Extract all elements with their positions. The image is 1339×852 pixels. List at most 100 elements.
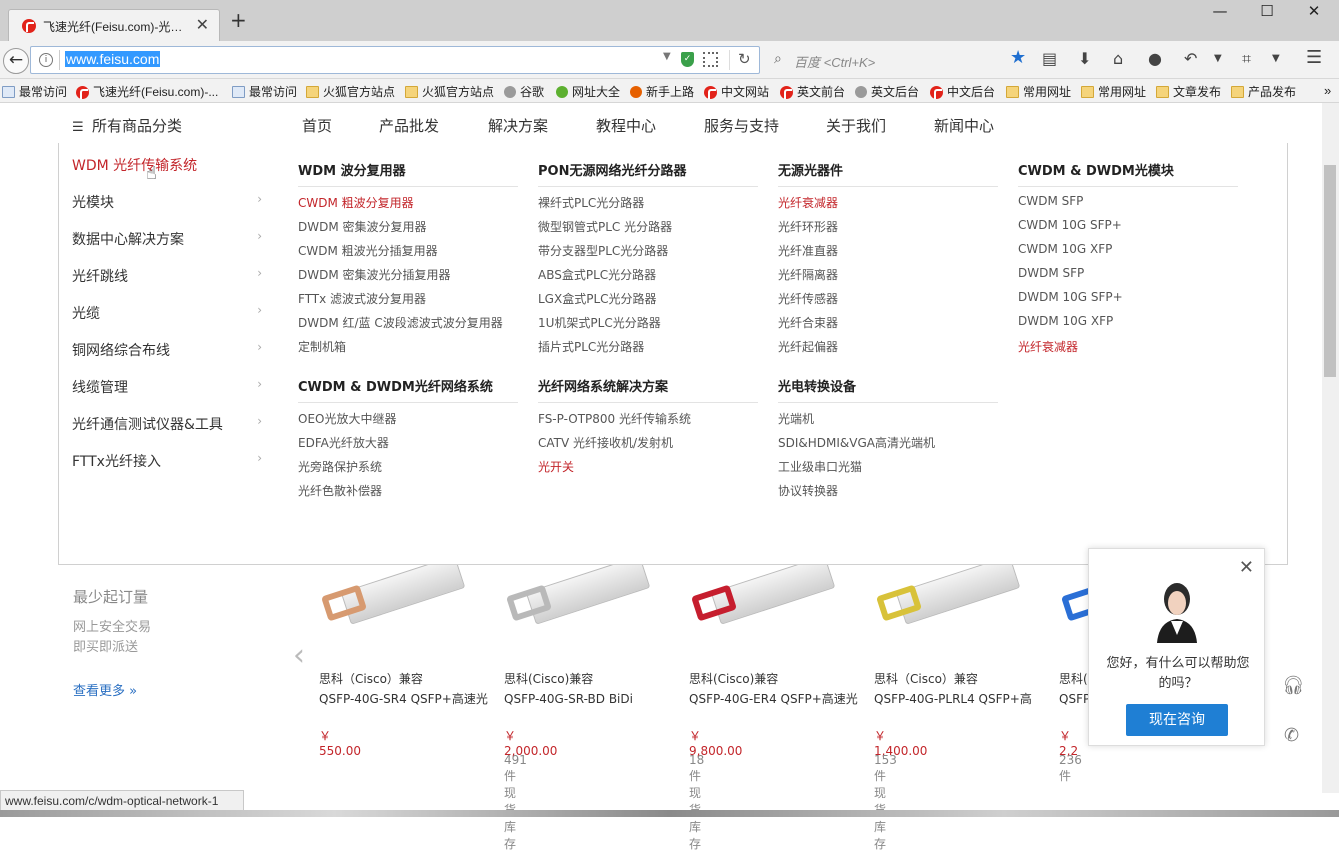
bookmark-item[interactable]: 火狐官方站点 <box>306 83 395 100</box>
menu-link[interactable]: DWDM 10G XFP <box>1018 314 1113 328</box>
home-icon[interactable]: ⌂ <box>1113 49 1123 68</box>
menu-link[interactable]: 带分支器型PLC光分路器 <box>538 242 668 259</box>
menu-link[interactable]: 光端机 <box>778 410 814 427</box>
maximize-button[interactable]: ☐ <box>1252 2 1282 20</box>
menu-link[interactable]: CWDM 10G XFP <box>1018 242 1112 256</box>
menu-link[interactable]: 定制机箱 <box>298 338 346 355</box>
bookmark-item[interactable]: 文章发布 <box>1156 83 1221 100</box>
headset-icon[interactable]: 🎧︎ <box>1282 675 1305 696</box>
nav-item-tutorials[interactable]: 教程中心 <box>596 115 656 136</box>
menu-link[interactable]: EDFA光纤放大器 <box>298 434 389 451</box>
close-icon[interactable]: ✕ <box>1239 557 1254 578</box>
menu-link[interactable]: FS-P-OTP800 光纤传输系统 <box>538 410 691 427</box>
menu-hamburger-icon[interactable]: ☰ <box>1306 47 1322 68</box>
all-categories-button[interactable]: ☰ 所有商品分类 <box>72 115 182 136</box>
menu-link[interactable]: 工业级串口光猫 <box>778 458 862 475</box>
menu-link[interactable]: 光纤环形器 <box>778 218 838 235</box>
menu-link[interactable]: CATV 光纤接收机/发射机 <box>538 434 673 451</box>
menu-link[interactable]: 光纤合束器 <box>778 314 838 331</box>
category-item-wdm[interactable]: WDM 光纤传输系统 <box>72 155 262 175</box>
menu-link[interactable]: CWDM 10G SFP+ <box>1018 218 1122 232</box>
product-name[interactable]: 思科(Cisco)兼容 <box>504 669 593 689</box>
product-name[interactable]: QSFP-40G-SR-BD BiDi <box>504 689 633 709</box>
bookmarks-overflow-button[interactable]: » <box>1324 83 1331 98</box>
product-name[interactable]: 思科( <box>1059 669 1088 689</box>
menu-column-title[interactable]: 光电转换设备 <box>778 376 998 403</box>
menu-link[interactable]: 光开关 <box>538 458 574 475</box>
menu-link[interactable]: 光纤传感器 <box>778 290 838 307</box>
nav-item-news[interactable]: 新闻中心 <box>934 115 994 136</box>
menu-link[interactable]: 微型钢管式PLC 光分路器 <box>538 218 672 235</box>
phone-icon[interactable]: ✆ <box>1284 725 1299 746</box>
url-text[interactable]: www.feisu.com <box>65 51 161 67</box>
category-item-patch-cords[interactable]: 光纤跳线 › <box>72 266 262 286</box>
menu-link[interactable]: ABS盒式PLC光分路器 <box>538 266 656 283</box>
undo-icon[interactable]: ↶ <box>1184 49 1197 68</box>
menu-link[interactable]: 1U机架式PLC光分路器 <box>538 314 661 331</box>
nav-item-wholesale[interactable]: 产品批发 <box>379 115 439 136</box>
download-arrow-icon[interactable]: ⬇ <box>1078 49 1091 68</box>
bookmark-item[interactable]: 产品发布 <box>1231 83 1296 100</box>
menu-link[interactable]: 裸纤式PLC光分路器 <box>538 194 644 211</box>
product-name[interactable]: QSFP-40G-ER4 QSFP+高速光 <box>689 689 858 709</box>
product-name[interactable]: QSFP-40G-SR4 QSFP+高速光 <box>319 689 488 709</box>
product-image[interactable] <box>318 555 468 637</box>
tab-close-icon[interactable]: ✕ <box>196 15 209 34</box>
browser-tab[interactable]: 飞速光纤(Feisu.com)-光… ✕ <box>8 9 220 41</box>
category-item-cables[interactable]: 光缆 › <box>72 303 262 323</box>
bookmark-item[interactable]: 谷歌 <box>504 83 544 100</box>
address-bar[interactable]: i www.feisu.com ▼ ✓ ↻ <box>30 46 760 74</box>
category-item-fttx[interactable]: FTTx光纤接入 › <box>72 451 262 471</box>
carousel-prev-arrow[interactable]: ‹ <box>293 638 305 673</box>
scrollbar-thumb[interactable] <box>1324 165 1336 377</box>
product-name[interactable]: 思科（Cisco）兼容 <box>874 669 978 689</box>
nav-item-support[interactable]: 服务与支持 <box>704 115 779 136</box>
menu-link[interactable]: SDI&HDMI&VGA高清光端机 <box>778 434 935 451</box>
menu-link[interactable]: FTTx 滤波式波分复用器 <box>298 290 426 307</box>
reading-list-icon[interactable]: ▤ <box>1042 49 1057 68</box>
menu-link[interactable]: 光纤衰减器 <box>1018 338 1078 355</box>
info-icon[interactable]: i <box>39 53 53 67</box>
product-name[interactable]: 思科(Cisco)兼容 <box>689 669 778 689</box>
menu-column-title[interactable]: 光纤网络系统解决方案 <box>538 376 758 403</box>
consult-now-button[interactable]: 现在咨询 <box>1126 704 1228 736</box>
menu-link[interactable]: CWDM 粗波光分插复用器 <box>298 242 438 259</box>
bookmark-item[interactable]: 英文后台 <box>855 83 919 100</box>
menu-column-title[interactable]: WDM 波分复用器 <box>298 160 518 187</box>
menu-link[interactable]: 光纤色散补偿器 <box>298 482 382 499</box>
category-item-cable-mgmt[interactable]: 线缆管理 › <box>72 377 262 397</box>
product-image[interactable] <box>688 555 838 637</box>
shield-icon[interactable]: ✓ <box>681 52 694 67</box>
nav-item-about[interactable]: 关于我们 <box>826 115 886 136</box>
chevron-down-icon[interactable]: ▼ <box>1272 53 1280 64</box>
menu-link[interactable]: 光纤隔离器 <box>778 266 838 283</box>
bookmark-item[interactable]: 常用网址 <box>1081 83 1146 100</box>
chat-bubble-icon[interactable]: ● <box>1148 49 1162 68</box>
see-more-link[interactable]: 查看更多 » <box>73 680 137 699</box>
category-item-datacenter[interactable]: 数据中心解决方案 › <box>72 229 262 249</box>
bookmark-item[interactable]: 最常访问 <box>232 83 297 100</box>
menu-link[interactable]: 光纤起偏器 <box>778 338 838 355</box>
nav-item-home[interactable]: 首页 <box>302 115 332 136</box>
menu-link[interactable]: 插片式PLC光分路器 <box>538 338 644 355</box>
back-arrow-icon[interactable]: ← <box>3 48 29 74</box>
menu-link[interactable]: CWDM 粗波分复用器 <box>298 194 414 211</box>
product-image[interactable] <box>503 555 653 637</box>
bookmark-item[interactable]: 飞速光纤(Feisu.com)-... <box>76 83 218 100</box>
product-image[interactable] <box>873 555 1023 637</box>
nav-item-solutions[interactable]: 解决方案 <box>488 115 548 136</box>
menu-link[interactable]: DWDM 密集波分复用器 <box>298 218 427 235</box>
url-dropdown-icon[interactable]: ▼ <box>663 51 671 62</box>
bookmark-item[interactable]: 常用网址 <box>1006 83 1071 100</box>
product-name[interactable]: QSFP-40G-PLRL4 QSFP+高 <box>874 689 1032 709</box>
menu-link[interactable]: 光纤准直器 <box>778 242 838 259</box>
qr-code-icon[interactable] <box>703 52 718 67</box>
bookmark-item[interactable]: 中文网站 <box>704 83 769 100</box>
menu-link[interactable]: 光旁路保护系统 <box>298 458 382 475</box>
menu-column-title[interactable]: PON无源网络光纤分路器 <box>538 160 758 187</box>
product-name[interactable]: QSFP <box>1059 689 1090 709</box>
close-window-button[interactable]: ✕ <box>1299 2 1329 20</box>
menu-link[interactable]: 协议转换器 <box>778 482 838 499</box>
bookmark-item[interactable]: 中文后台 <box>930 83 995 100</box>
category-item-copper[interactable]: 铜网络综合布线 › <box>72 340 262 360</box>
